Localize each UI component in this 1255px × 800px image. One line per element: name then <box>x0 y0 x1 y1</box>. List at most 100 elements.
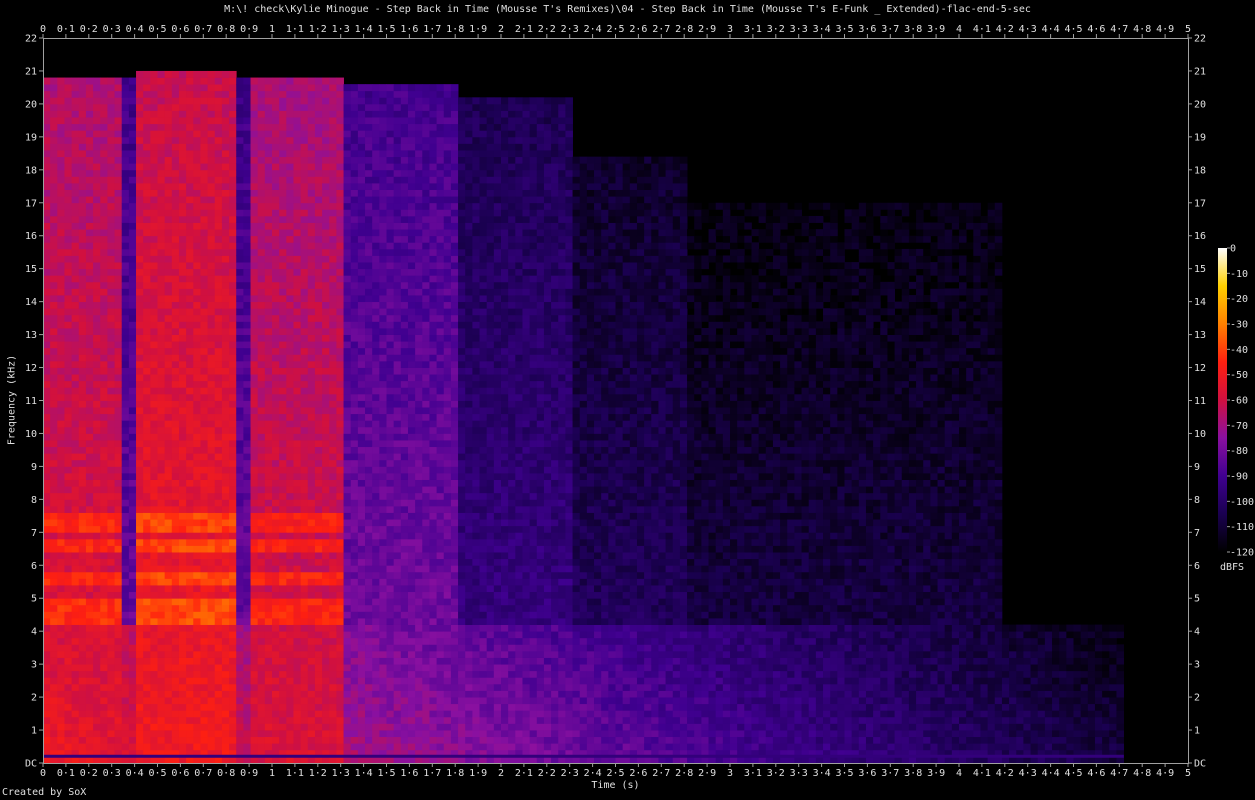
heatmap-cell <box>236 650 244 658</box>
heatmap-cell <box>293 275 302 283</box>
heatmap-cell <box>322 334 330 342</box>
heatmap-cell <box>85 677 94 685</box>
heatmap-cell <box>100 176 108 184</box>
heatmap-cell <box>186 163 194 171</box>
heatmap-cell <box>221 532 230 540</box>
heatmap-cell <box>286 446 294 454</box>
heatmap-cell <box>229 611 237 619</box>
heatmap-cell <box>64 545 73 553</box>
heatmap-cell <box>329 631 337 639</box>
heatmap-cell <box>365 598 373 606</box>
heatmap-cell <box>314 598 323 606</box>
heatmap-cell <box>121 440 130 448</box>
heatmap-cell <box>322 519 330 527</box>
heatmap-cell <box>336 525 344 533</box>
heatmap-cell <box>279 571 287 579</box>
heatmap-cell <box>322 374 330 382</box>
heatmap-cell <box>100 334 108 342</box>
heatmap-cell <box>186 730 194 738</box>
heatmap-cell <box>307 571 316 579</box>
heatmap-cell <box>100 97 108 105</box>
heatmap-cell <box>350 103 359 111</box>
heatmap-cell <box>200 90 208 98</box>
heatmap-cell <box>243 143 251 151</box>
heatmap-cell <box>50 77 58 85</box>
heatmap-cell <box>229 657 237 665</box>
heatmap-cell <box>121 598 130 606</box>
heatmap-cell <box>322 723 330 731</box>
heatmap-cell <box>57 163 65 171</box>
heatmap-cell <box>200 183 208 190</box>
heatmap-cell <box>136 499 144 507</box>
heatmap-cell <box>164 156 173 164</box>
heatmap-cell <box>207 525 216 533</box>
heatmap-cell <box>350 426 359 434</box>
heatmap-cell <box>157 374 166 382</box>
heatmap-cell <box>221 90 230 98</box>
heatmap-cell <box>372 117 380 125</box>
heatmap-cell <box>257 565 266 573</box>
heatmap-cell <box>57 130 65 138</box>
heatmap-cell <box>128 84 137 92</box>
heatmap-cell <box>322 690 330 698</box>
heatmap-cell <box>178 334 187 342</box>
heatmap-cell <box>379 255 387 263</box>
heatmap-cell <box>357 229 366 237</box>
heatmap-cell <box>379 328 387 335</box>
heatmap-cell <box>372 308 380 316</box>
heatmap-cell <box>314 440 323 448</box>
heatmap-cell <box>71 248 80 256</box>
heatmap-cell <box>143 618 151 625</box>
heatmap-cell <box>257 84 266 92</box>
heatmap-cell <box>314 565 323 573</box>
heatmap-cell <box>365 354 373 362</box>
heatmap-cell <box>350 565 359 573</box>
heatmap-cell <box>286 347 294 355</box>
heatmap-cell <box>357 110 366 118</box>
heatmap-cell <box>100 103 108 111</box>
heatmap-cell <box>279 644 287 652</box>
heatmap-cell <box>264 512 273 520</box>
heatmap-cell <box>200 189 208 197</box>
heatmap-cell <box>85 288 94 296</box>
heatmap-cell <box>272 710 280 718</box>
heatmap-cell <box>336 90 344 98</box>
heatmap-cell <box>272 387 280 395</box>
heatmap-cell <box>250 97 259 105</box>
heatmap-cell <box>322 644 330 652</box>
heatmap-cell <box>43 736 51 744</box>
heatmap-cell <box>372 136 380 144</box>
heatmap-cell <box>250 473 259 480</box>
heatmap-cell <box>85 295 94 303</box>
heatmap-cell <box>150 723 158 731</box>
heatmap-cell <box>128 117 137 125</box>
heatmap-cell <box>78 84 87 92</box>
heatmap-cell <box>257 446 266 454</box>
heatmap-cell <box>136 657 144 665</box>
heatmap-cell <box>150 697 158 705</box>
heatmap-cell <box>379 453 387 461</box>
heatmap-cell <box>136 328 144 335</box>
heatmap-cell <box>43 591 51 599</box>
heatmap-cell <box>343 407 352 415</box>
heatmap-cell <box>329 664 337 672</box>
heatmap-cell <box>329 578 337 586</box>
heatmap-cell <box>272 314 280 322</box>
heatmap-cell <box>207 611 216 619</box>
heatmap-cell <box>286 328 294 335</box>
heatmap-cell <box>300 387 309 395</box>
heatmap-cell <box>107 545 115 553</box>
heatmap-cell <box>71 466 80 474</box>
heatmap-cell <box>200 341 208 349</box>
heatmap-cell <box>78 420 87 428</box>
heatmap-cell <box>243 407 251 415</box>
heatmap-cell <box>279 308 287 316</box>
heatmap-cell <box>293 499 302 507</box>
heatmap-cell <box>264 677 273 685</box>
heatmap-cell <box>150 308 158 316</box>
heatmap-cell <box>250 360 259 368</box>
heatmap-cell <box>114 281 123 289</box>
heatmap-cell <box>350 123 359 131</box>
heatmap-cell <box>157 683 166 691</box>
heatmap-cell <box>264 650 273 658</box>
